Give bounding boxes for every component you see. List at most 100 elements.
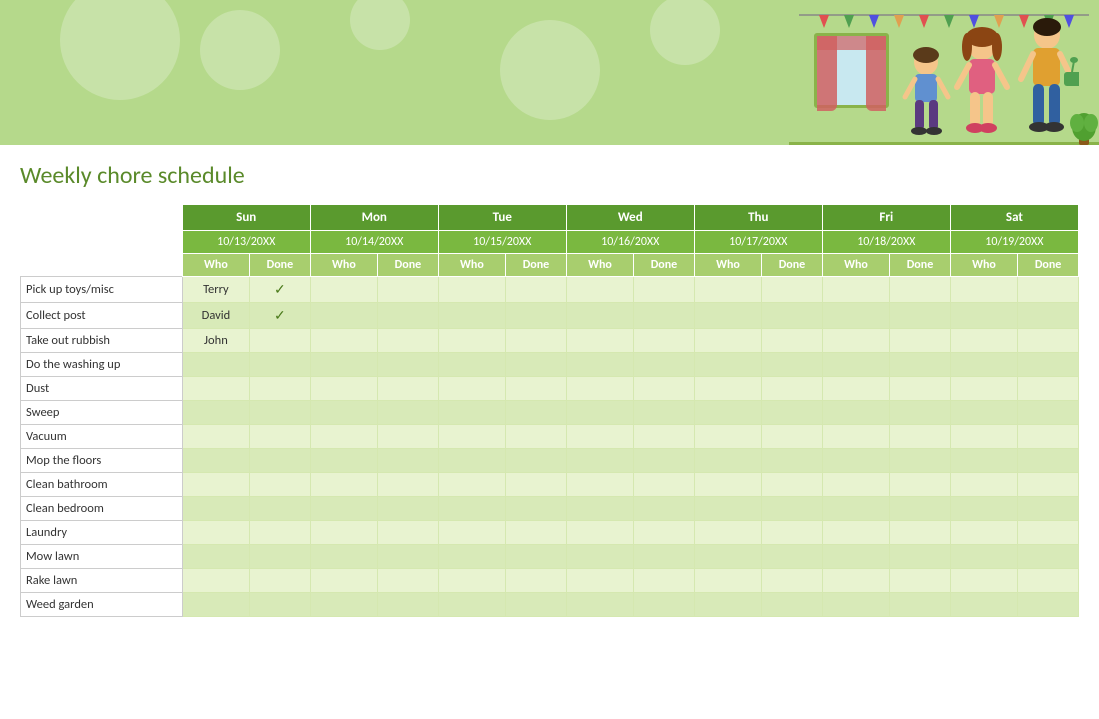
- day-who-cell[interactable]: [566, 401, 633, 425]
- day-done-cell[interactable]: [1018, 353, 1079, 377]
- day-done-cell[interactable]: [762, 425, 823, 449]
- day-done-cell[interactable]: [1018, 277, 1079, 303]
- sun-done-cell[interactable]: [250, 497, 311, 521]
- day-done-cell[interactable]: [378, 329, 439, 353]
- day-who-cell[interactable]: [950, 377, 1017, 401]
- day-who-cell[interactable]: [694, 303, 761, 329]
- day-who-cell[interactable]: [438, 329, 505, 353]
- day-done-cell[interactable]: [378, 449, 439, 473]
- day-who-cell[interactable]: [566, 329, 633, 353]
- day-done-cell[interactable]: [378, 303, 439, 329]
- day-done-cell[interactable]: [506, 277, 567, 303]
- sun-who-cell[interactable]: [182, 545, 249, 569]
- day-who-cell[interactable]: [950, 593, 1017, 617]
- day-done-cell[interactable]: [1018, 545, 1079, 569]
- day-done-cell[interactable]: [378, 353, 439, 377]
- day-done-cell[interactable]: [634, 353, 695, 377]
- day-done-cell[interactable]: [506, 545, 567, 569]
- day-who-cell[interactable]: [566, 353, 633, 377]
- sun-who-cell[interactable]: David: [182, 303, 249, 329]
- day-done-cell[interactable]: [890, 545, 951, 569]
- day-done-cell[interactable]: [506, 303, 567, 329]
- day-done-cell[interactable]: [762, 353, 823, 377]
- day-who-cell[interactable]: [438, 449, 505, 473]
- day-who-cell[interactable]: [438, 521, 505, 545]
- day-done-cell[interactable]: [762, 473, 823, 497]
- day-done-cell[interactable]: [506, 521, 567, 545]
- day-who-cell[interactable]: [310, 377, 377, 401]
- sun-who-cell[interactable]: [182, 521, 249, 545]
- day-who-cell[interactable]: [822, 497, 889, 521]
- day-who-cell[interactable]: [438, 303, 505, 329]
- day-done-cell[interactable]: [762, 377, 823, 401]
- day-who-cell[interactable]: [310, 545, 377, 569]
- day-who-cell[interactable]: [822, 353, 889, 377]
- day-who-cell[interactable]: [438, 593, 505, 617]
- day-who-cell[interactable]: [310, 277, 377, 303]
- day-who-cell[interactable]: [694, 377, 761, 401]
- day-who-cell[interactable]: [822, 377, 889, 401]
- day-who-cell[interactable]: [822, 449, 889, 473]
- day-who-cell[interactable]: [566, 521, 633, 545]
- day-who-cell[interactable]: [438, 473, 505, 497]
- day-done-cell[interactable]: [634, 449, 695, 473]
- day-done-cell[interactable]: [762, 329, 823, 353]
- day-done-cell[interactable]: [634, 401, 695, 425]
- day-who-cell[interactable]: [950, 449, 1017, 473]
- day-who-cell[interactable]: [566, 303, 633, 329]
- day-who-cell[interactable]: [310, 449, 377, 473]
- day-who-cell[interactable]: [310, 329, 377, 353]
- sun-done-cell[interactable]: [250, 329, 311, 353]
- day-done-cell[interactable]: [890, 521, 951, 545]
- day-who-cell[interactable]: [438, 545, 505, 569]
- day-done-cell[interactable]: [378, 401, 439, 425]
- day-who-cell[interactable]: [438, 353, 505, 377]
- day-who-cell[interactable]: [822, 545, 889, 569]
- sun-done-cell[interactable]: [250, 401, 311, 425]
- day-done-cell[interactable]: [1018, 425, 1079, 449]
- day-done-cell[interactable]: [762, 593, 823, 617]
- day-done-cell[interactable]: [378, 569, 439, 593]
- day-done-cell[interactable]: [1018, 569, 1079, 593]
- day-done-cell[interactable]: [506, 497, 567, 521]
- day-who-cell[interactable]: [694, 277, 761, 303]
- day-who-cell[interactable]: [950, 497, 1017, 521]
- day-who-cell[interactable]: [950, 545, 1017, 569]
- day-done-cell[interactable]: [890, 353, 951, 377]
- day-who-cell[interactable]: [566, 277, 633, 303]
- day-who-cell[interactable]: [822, 569, 889, 593]
- day-done-cell[interactable]: [762, 521, 823, 545]
- day-done-cell[interactable]: [890, 401, 951, 425]
- day-who-cell[interactable]: [310, 521, 377, 545]
- day-done-cell[interactable]: [378, 473, 439, 497]
- day-done-cell[interactable]: [634, 545, 695, 569]
- day-done-cell[interactable]: [634, 303, 695, 329]
- day-who-cell[interactable]: [310, 473, 377, 497]
- day-who-cell[interactable]: [822, 303, 889, 329]
- day-done-cell[interactable]: [762, 545, 823, 569]
- day-done-cell[interactable]: [890, 497, 951, 521]
- day-done-cell[interactable]: [762, 401, 823, 425]
- sun-who-cell[interactable]: [182, 449, 249, 473]
- day-who-cell[interactable]: [310, 353, 377, 377]
- day-who-cell[interactable]: [566, 497, 633, 521]
- day-who-cell[interactable]: [310, 593, 377, 617]
- day-done-cell[interactable]: [634, 277, 695, 303]
- sun-who-cell[interactable]: [182, 377, 249, 401]
- day-who-cell[interactable]: [566, 473, 633, 497]
- day-who-cell[interactable]: [694, 449, 761, 473]
- day-done-cell[interactable]: [1018, 449, 1079, 473]
- day-done-cell[interactable]: [378, 497, 439, 521]
- day-done-cell[interactable]: [890, 377, 951, 401]
- day-done-cell[interactable]: [506, 401, 567, 425]
- day-who-cell[interactable]: [438, 377, 505, 401]
- day-who-cell[interactable]: [694, 545, 761, 569]
- day-who-cell[interactable]: [950, 303, 1017, 329]
- day-done-cell[interactable]: [634, 329, 695, 353]
- day-who-cell[interactable]: [950, 277, 1017, 303]
- sun-who-cell[interactable]: [182, 401, 249, 425]
- day-who-cell[interactable]: [566, 377, 633, 401]
- sun-who-cell[interactable]: Terry: [182, 277, 249, 303]
- day-done-cell[interactable]: [506, 353, 567, 377]
- day-done-cell[interactable]: [506, 593, 567, 617]
